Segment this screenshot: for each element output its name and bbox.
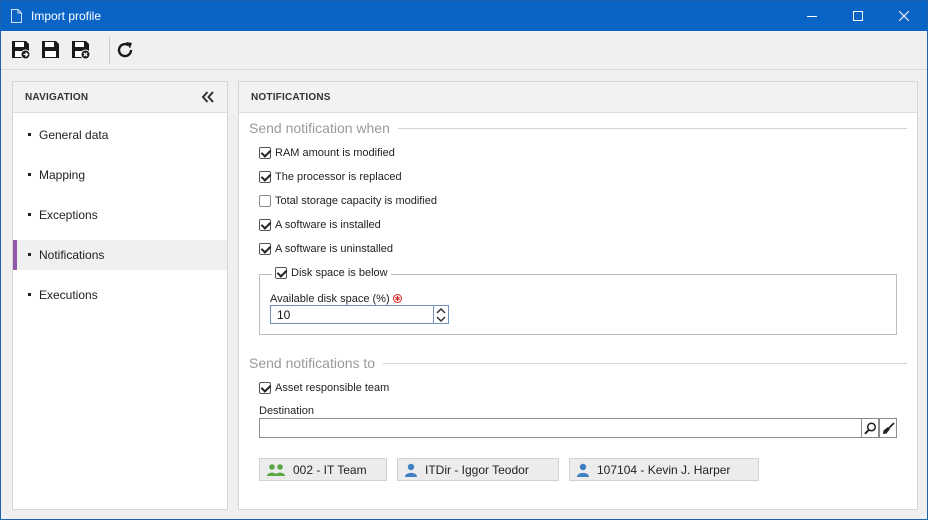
spin-down-button[interactable] bbox=[434, 314, 448, 323]
chevron-up-icon bbox=[436, 307, 446, 314]
chip-label: ITDir - Iggor Teodor bbox=[425, 462, 529, 477]
disk-space-spinner bbox=[433, 305, 449, 324]
chevron-down-icon bbox=[436, 315, 446, 322]
checkbox-checked-icon bbox=[259, 171, 271, 183]
window-title: Import profile bbox=[31, 9, 102, 23]
checkbox-checked-icon bbox=[275, 267, 287, 279]
checkbox-label: Disk space is below bbox=[291, 267, 388, 279]
destination-search-button[interactable] bbox=[861, 418, 879, 438]
checkbox-label: A software is installed bbox=[275, 219, 381, 231]
nav-item-executions[interactable]: Executions bbox=[13, 280, 227, 310]
field-label-text: Available disk space (%) bbox=[270, 293, 390, 305]
user-icon bbox=[577, 463, 589, 477]
nav-item-label: Mapping bbox=[39, 168, 86, 182]
processor-replaced-checkbox[interactable]: The processor is replaced bbox=[259, 169, 402, 185]
available-disk-space-input[interactable] bbox=[270, 305, 434, 324]
notifications-header: NOTIFICATIONS bbox=[239, 82, 917, 113]
save-and-new-icon bbox=[12, 41, 31, 60]
refresh-button[interactable] bbox=[113, 38, 137, 62]
checkbox-checked-icon bbox=[259, 147, 271, 159]
title-bar: Import profile bbox=[1, 1, 927, 31]
close-icon bbox=[899, 11, 909, 21]
nav-item-label: Exceptions bbox=[39, 208, 98, 222]
nav-item-general-data[interactable]: General data bbox=[13, 120, 227, 150]
recipient-chip-it-team[interactable]: 002 - IT Team bbox=[259, 458, 387, 481]
save-and-close-button[interactable] bbox=[69, 38, 93, 62]
storage-modified-checkbox[interactable]: Total storage capacity is modified bbox=[259, 193, 437, 209]
save-and-close-icon bbox=[72, 41, 91, 60]
recipient-chip-kevin-harper[interactable]: 107104 - Kevin J. Harper bbox=[569, 458, 759, 481]
checkbox-label: Total storage capacity is modified bbox=[275, 195, 438, 207]
maximize-button[interactable] bbox=[835, 1, 881, 31]
software-installed-checkbox[interactable]: A software is installed bbox=[259, 217, 381, 233]
navigation-list: General data Mapping Exceptions Notifica… bbox=[13, 114, 227, 320]
group-icon bbox=[267, 463, 285, 476]
checkbox-checked-icon bbox=[259, 219, 271, 231]
destination-label: Destination bbox=[259, 405, 315, 417]
asset-responsible-team-checkbox[interactable]: Asset responsible team bbox=[259, 380, 389, 396]
checkbox-checked-icon bbox=[259, 382, 271, 394]
software-uninstalled-checkbox[interactable]: A software is uninstalled bbox=[259, 241, 393, 257]
bullet-icon bbox=[28, 213, 31, 216]
nav-item-label: Executions bbox=[39, 288, 98, 302]
navigation-header: NAVIGATION bbox=[13, 82, 227, 113]
recipient-chip-iggor-teodor[interactable]: ITDir - Iggor Teodor bbox=[397, 458, 559, 481]
minimize-icon bbox=[807, 16, 817, 17]
ram-modified-checkbox[interactable]: RAM amount is modified bbox=[259, 145, 395, 161]
refresh-icon bbox=[117, 42, 133, 58]
send-to-heading: Send notifications to bbox=[249, 355, 384, 371]
destination-input[interactable] bbox=[259, 418, 862, 438]
bullet-icon bbox=[28, 173, 31, 176]
maximize-icon bbox=[853, 11, 863, 21]
save-icon bbox=[42, 41, 59, 58]
checkbox-label: RAM amount is modified bbox=[275, 147, 395, 159]
toolbar bbox=[1, 31, 927, 70]
checkbox-checked-icon bbox=[259, 243, 271, 255]
close-window-button[interactable] bbox=[881, 1, 927, 31]
notifications-title: NOTIFICATIONS bbox=[251, 92, 331, 103]
user-icon bbox=[405, 463, 417, 477]
save-and-new-button[interactable] bbox=[9, 38, 33, 62]
search-icon bbox=[863, 421, 876, 434]
checkbox-unchecked-icon bbox=[259, 195, 271, 207]
chip-label: 107104 - Kevin J. Harper bbox=[597, 462, 731, 477]
eraser-broom-icon bbox=[882, 421, 895, 434]
bullet-icon bbox=[28, 133, 31, 136]
required-icon bbox=[392, 294, 402, 303]
available-disk-space-label: Available disk space (%) bbox=[270, 293, 402, 305]
chip-label: 002 - IT Team bbox=[293, 462, 367, 477]
nav-item-label: General data bbox=[39, 128, 109, 142]
nav-item-exceptions[interactable]: Exceptions bbox=[13, 200, 227, 230]
document-icon bbox=[11, 9, 22, 23]
checkbox-label: The processor is replaced bbox=[275, 171, 402, 183]
disk-space-checkbox[interactable]: Disk space is below bbox=[272, 265, 391, 281]
destination-clear-button[interactable] bbox=[879, 418, 897, 438]
navigation-title: NAVIGATION bbox=[25, 92, 89, 103]
toolbar-separator bbox=[109, 37, 110, 64]
nav-item-mapping[interactable]: Mapping bbox=[13, 160, 227, 190]
nav-item-notifications[interactable]: Notifications bbox=[13, 240, 227, 270]
checkbox-label: Asset responsible team bbox=[275, 382, 390, 394]
checkbox-label: A software is uninstalled bbox=[275, 243, 394, 255]
import-profile-window: Import profile NAVIGATION General data M… bbox=[0, 0, 928, 520]
notifications-panel: NOTIFICATIONS Send notification when RAM… bbox=[238, 81, 918, 510]
bullet-icon bbox=[28, 293, 31, 296]
send-when-heading: Send notification when bbox=[249, 120, 398, 136]
bullet-icon bbox=[28, 253, 31, 256]
navigation-panel: NAVIGATION General data Mapping Exceptio… bbox=[12, 81, 228, 510]
collapse-double-chevron-icon[interactable] bbox=[201, 91, 215, 103]
minimize-button[interactable] bbox=[789, 1, 835, 31]
nav-item-label: Notifications bbox=[39, 248, 105, 262]
save-button[interactable] bbox=[39, 38, 63, 62]
